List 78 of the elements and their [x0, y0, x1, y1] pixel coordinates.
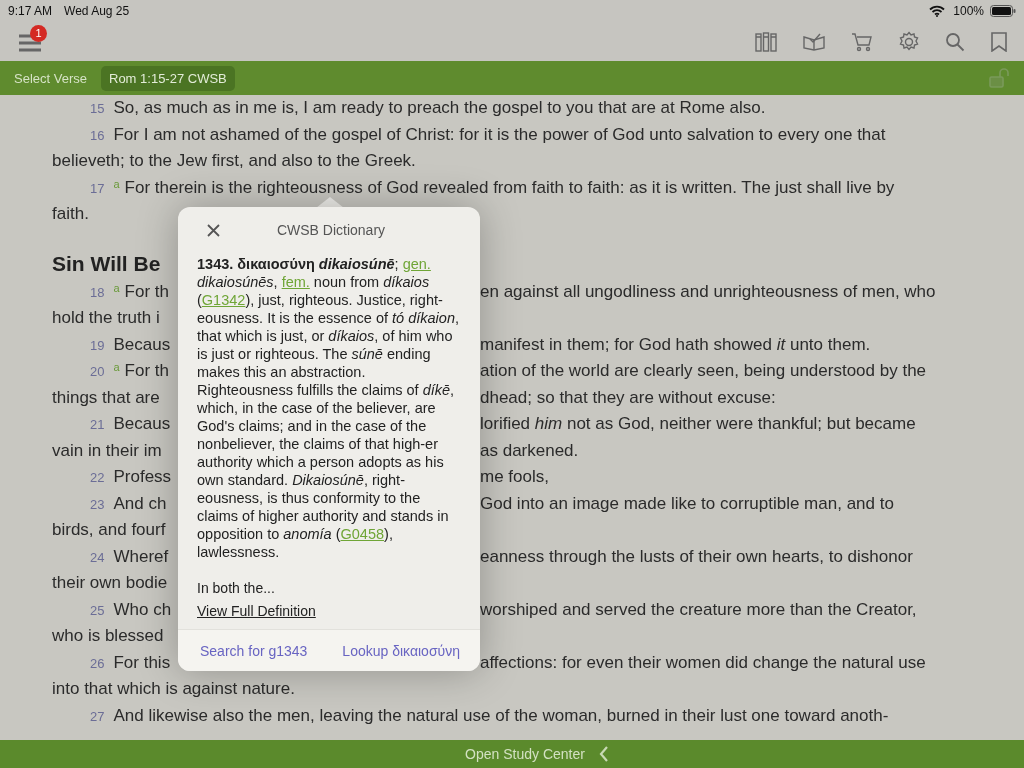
passage-reference-button[interactable]: Rom 1:15-27 CWSB	[101, 65, 235, 91]
verse-text: For th	[124, 281, 169, 302]
cart-icon[interactable]	[851, 31, 873, 52]
verse-number[interactable]: 15	[90, 101, 105, 117]
verse-text: God into an image made like to corruptible man, and to	[480, 493, 894, 514]
battery-icon	[990, 5, 1016, 17]
verse-text: Profess	[113, 467, 172, 488]
section-heading: Sin Will Be	[52, 250, 161, 277]
select-verse-link[interactable]: Select Verse	[14, 70, 87, 86]
strongs-link[interactable]: G1342	[201, 292, 246, 308]
book-check-icon[interactable]	[802, 32, 826, 51]
verse-text: manifest in them; for God hath showed it unto them.	[480, 334, 871, 355]
verse-text: Becaus	[113, 334, 171, 355]
verse-text: For th	[124, 361, 169, 382]
verse-number[interactable]: 21	[90, 417, 105, 433]
verse-text: Wheref	[113, 546, 169, 567]
settings-icon[interactable]	[898, 30, 920, 53]
verse-text: For I am not ashamed of the gospel of Christ: for it is the power of God unto salvation to every one that	[113, 124, 886, 145]
verse-text: lorified him not as God, neither were thankful; but became	[480, 414, 916, 435]
study-center-link[interactable]: Open Study Center	[465, 746, 585, 762]
popover-title: CWSB Dictionary	[276, 222, 386, 238]
footnote-marker[interactable]: a	[113, 177, 120, 190]
definition-text: 1343. δικαιοσύνη dikaiosúnē; gen. dikaiosúnēs, fem. noun from díkaios (G1342), just, righteous. Justice, right-eousness. It is the essence of tó díkaion, that which is just, or díkaios, of him who is just or righteous. The súnē ending makes this an abstraction. Righteousness fulfills the claims of díkē, which, in the case of the believer, are God's claims; and in the case of the nonbeliever, the claims of that high-er authority which a person adopts as his own standard. Dikaiosúnē, right-eousness, is thus conformity to the claims of higher authority and stands in opposition to anomía (G0458), lawlessness.	[197, 255, 460, 561]
verse-text: into that which is against nature.	[52, 679, 295, 700]
excerpt-text: In both the...	[197, 580, 276, 596]
verse-text: For therein is the righteousness of God revealed from faith to faith: as it is written. The just shall live by	[124, 177, 895, 198]
verse-text: believeth; to the Jew first, and also to the Greek.	[52, 151, 416, 172]
verse-text: as darkened.	[480, 440, 579, 461]
verse-text: birds, and fourf	[52, 520, 166, 541]
verse-text: For this	[113, 652, 171, 673]
library-icon[interactable]	[755, 31, 777, 52]
view-full-definition-link[interactable]: View Full Definition	[197, 603, 316, 619]
verse-text: faith.	[52, 204, 89, 225]
footnote-marker[interactable]: a	[113, 281, 120, 294]
verse-text: And likewise also the men, leaving the natural use of the woman, burned in their lust one toward anoth-	[113, 705, 889, 726]
battery-percent: 100%	[953, 4, 984, 18]
verse-text: affections: for even their women did change the natural use	[480, 652, 926, 673]
close-icon[interactable]	[207, 224, 220, 237]
verse-text: their own bodie	[52, 573, 168, 594]
verse-text: Becaus	[113, 414, 171, 435]
menu-button[interactable]: 1	[16, 24, 52, 55]
verse-text: So, as much as in me is, I am ready to preach the gospel to you that are at Rome also.	[113, 98, 766, 119]
verse-text: who is blessed	[52, 626, 164, 647]
verse-number[interactable]: 26	[90, 655, 105, 671]
strongs-link[interactable]: gen.	[402, 256, 431, 272]
verse-text: vain in their im	[52, 440, 162, 461]
verse-text: dhead; so that they are without excuse:	[480, 387, 776, 408]
verse-text: ation of the world are clearly seen, being understood by the	[480, 361, 927, 382]
notification-badge: 1	[30, 24, 47, 42]
verse-text: worshiped and served the creature more than the Creator,	[480, 599, 917, 620]
verse-number[interactable]: 19	[90, 337, 105, 353]
verse-text: Who ch	[113, 599, 172, 620]
footnote-marker[interactable]: a	[113, 361, 120, 374]
verse-text: me fools,	[480, 467, 549, 488]
status-date: Wed Aug 25	[64, 4, 130, 18]
verse-text: things that are	[52, 387, 160, 408]
verse-number[interactable]: 22	[90, 470, 105, 486]
verse-number[interactable]: 23	[90, 496, 105, 512]
chevron-left-icon[interactable]	[598, 746, 609, 762]
verse-number[interactable]: 16	[90, 127, 105, 143]
action-button[interactable]: Search for g1343	[196, 638, 312, 663]
status-time: 9:17 AM	[8, 4, 53, 18]
search-icon[interactable]	[945, 31, 965, 52]
verse-number[interactable]: 24	[90, 549, 105, 565]
verse-number[interactable]: 20	[90, 364, 105, 380]
strongs-link[interactable]: G0458	[340, 526, 385, 542]
verse-text: en against all ungodliness and unrighteousness of men, who	[480, 281, 936, 302]
wifi-icon	[929, 5, 946, 17]
verse-text: And ch	[113, 493, 167, 514]
bookmark-icon[interactable]	[990, 31, 1008, 52]
strongs-link[interactable]: fem.	[281, 274, 310, 290]
verse-number[interactable]: 27	[90, 708, 105, 724]
verse-number[interactable]: 17	[90, 180, 105, 196]
verse-text: hold the truth i	[52, 308, 160, 329]
verse-text: eanness through the lusts of their own hearts, to dishonor	[480, 546, 913, 567]
verse-number[interactable]: 25	[90, 602, 105, 618]
verse-number[interactable]: 18	[90, 284, 105, 300]
action-button[interactable]: Lookup δικαιοσύνη	[338, 638, 464, 663]
